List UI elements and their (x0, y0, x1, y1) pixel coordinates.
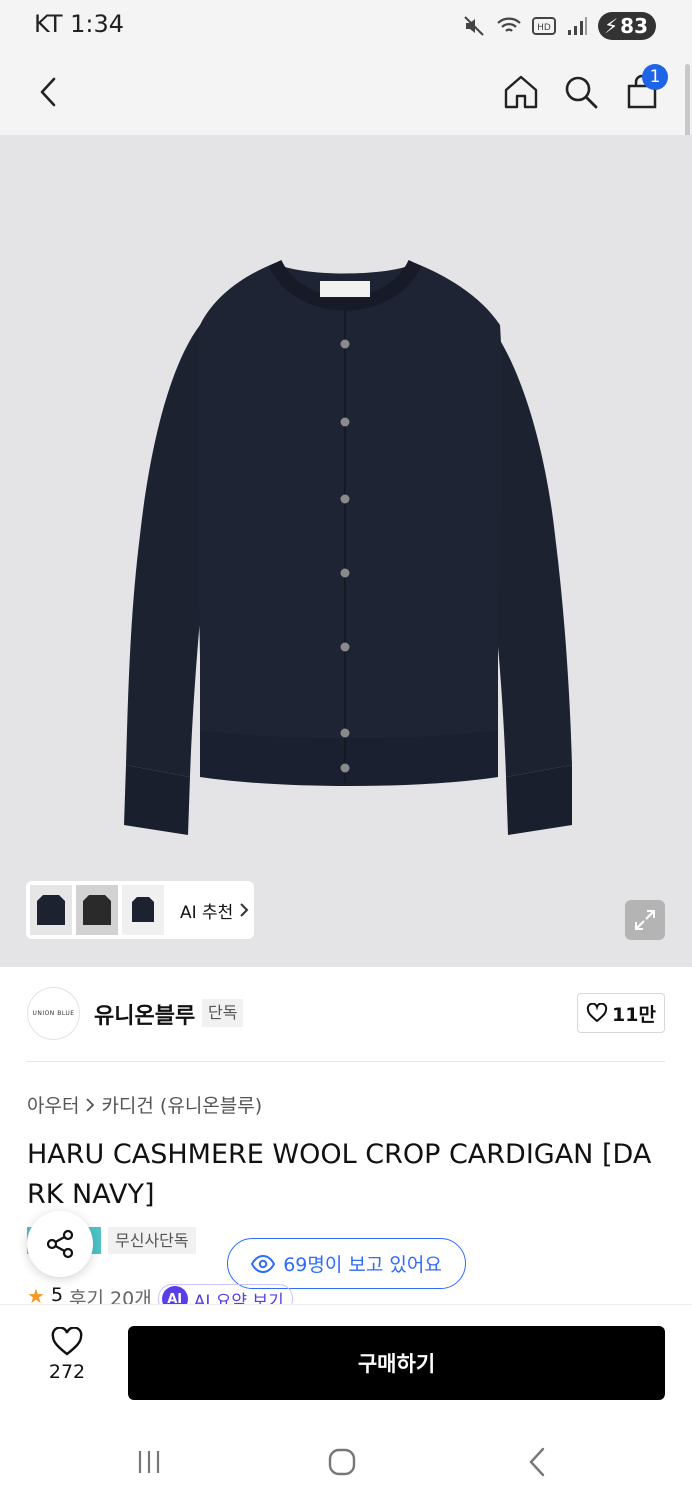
mute-icon (464, 16, 484, 36)
system-nav-bar (0, 1420, 692, 1500)
home-nav-button[interactable] (322, 1442, 362, 1482)
app-header: 1 (0, 52, 692, 135)
viewers-count-pill: 69명이 보고 있어요 (227, 1238, 466, 1289)
search-icon (565, 76, 598, 109)
divider (27, 1061, 665, 1062)
battery-indicator: ⚡ 83 (598, 12, 656, 40)
product-like-button[interactable]: 272 (28, 1327, 106, 1393)
chevron-right-icon (240, 903, 249, 917)
recent-apps-icon (138, 1451, 160, 1473)
breadcrumb-subcategory[interactable]: 카디건 (유니온블루) (101, 1091, 262, 1118)
chevron-left-icon (40, 77, 56, 107)
heart-icon (51, 1327, 83, 1356)
brand-like-count: 11만 (612, 1003, 656, 1026)
back-arrow-icon (529, 1447, 545, 1477)
brand-name[interactable]: 유니온블루 (94, 998, 195, 1030)
musinsa-exclusive-tag: 무신사단독 (108, 1227, 196, 1254)
thumbnail[interactable] (76, 885, 118, 935)
breadcrumb-category[interactable]: 아우터 (27, 1091, 79, 1118)
brand-logo[interactable]: UNION BLUE (27, 987, 80, 1040)
thumbnail[interactable] (30, 885, 72, 935)
product-image-gallery[interactable]: AI 추천 (0, 135, 692, 967)
cart-count-badge: 1 (642, 64, 668, 90)
ai-recommend-label: AI 추천 (180, 902, 234, 923)
home-circle-icon (328, 1448, 356, 1476)
recent-apps-button[interactable] (129, 1442, 169, 1482)
product-image (124, 259, 572, 835)
status-time: KT 1:34 (34, 10, 125, 38)
ai-recommend-link[interactable]: AI 추천 (180, 898, 249, 923)
share-button[interactable] (27, 1211, 93, 1277)
purchase-bar: 272 구매하기 (0, 1304, 692, 1420)
product-like-count: 272 (48, 1361, 86, 1383)
viewers-text: 69명이 보고 있어요 (283, 1254, 442, 1276)
cart-button[interactable]: 1 (620, 64, 668, 114)
ai-summary-button[interactable]: AI AI 요약 보기 (157, 1284, 293, 1306)
heart-icon (586, 1003, 608, 1023)
battery-level: 83 (620, 14, 648, 38)
eye-icon (251, 1254, 276, 1273)
hd-icon: HD (532, 17, 557, 35)
charging-icon: ⚡ (604, 14, 619, 38)
back-button[interactable] (26, 70, 70, 114)
rating-row: ★ 5 후기 20개 AI AI 요약 보기 (27, 1284, 293, 1306)
ai-recommend-strip[interactable]: AI 추천 (26, 881, 254, 939)
share-icon (46, 1229, 74, 1259)
back-nav-button[interactable] (517, 1442, 557, 1482)
buy-button[interactable]: 구매하기 (128, 1326, 665, 1400)
product-title: HARU CASHMERE WOOL CROP CARDIGAN [DARK N… (27, 1139, 652, 1210)
chevron-right-icon (86, 1097, 95, 1112)
breadcrumb: 아우터 카디건 (유니온블루) (27, 1091, 262, 1118)
expand-image-button[interactable] (625, 900, 665, 940)
rating-value: 5 (50, 1284, 64, 1306)
home-button[interactable] (499, 70, 543, 114)
wifi-icon (497, 17, 521, 32)
exclusive-tag: 단독 (202, 999, 244, 1027)
home-icon (504, 75, 538, 109)
search-button[interactable] (559, 70, 603, 114)
svg-text:HD: HD (537, 23, 551, 33)
thumbnail[interactable] (122, 885, 164, 935)
brand-like-button[interactable]: 11만 (577, 993, 665, 1033)
status-bar: KT 1:34 HD ⚡ 83 (0, 0, 692, 52)
status-icons: HD ⚡ 83 (462, 10, 656, 42)
signal-icon (568, 17, 588, 35)
ai-badge-icon: AI (161, 1286, 188, 1306)
expand-icon (635, 910, 655, 930)
review-count[interactable]: 후기 20개 (69, 1284, 152, 1306)
star-icon: ★ (27, 1284, 45, 1306)
